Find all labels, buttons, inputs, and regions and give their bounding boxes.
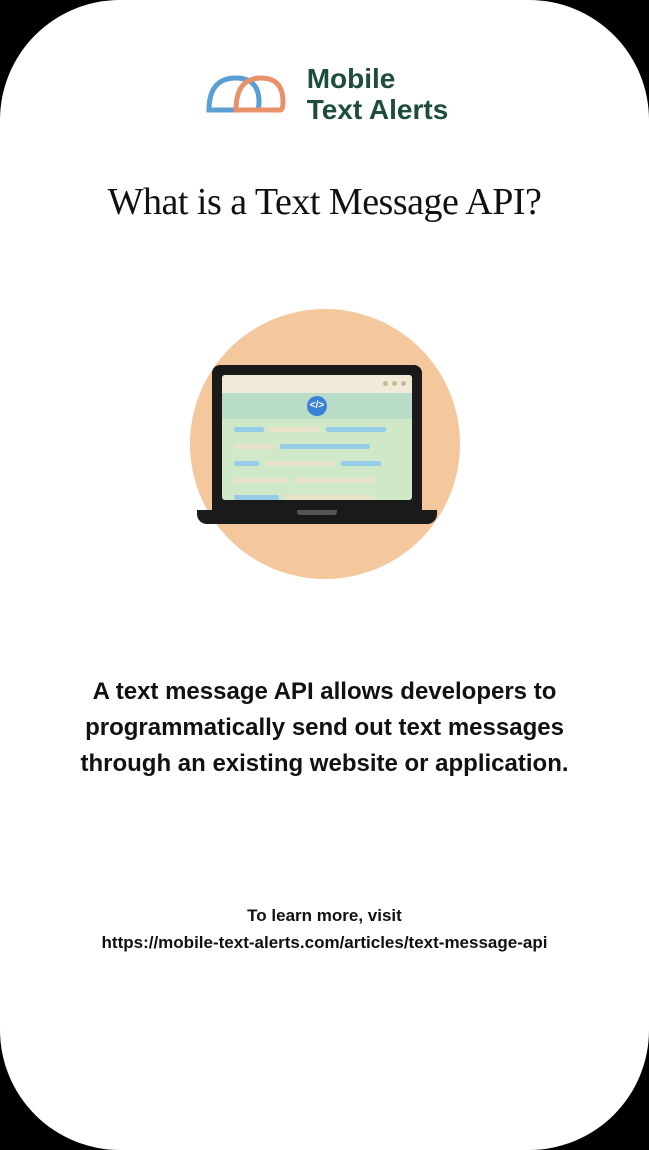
code-header: </> bbox=[222, 393, 412, 419]
laptop-illustration: </> bbox=[185, 304, 465, 584]
code-line bbox=[285, 495, 375, 500]
laptop-screen: </> bbox=[212, 365, 422, 510]
code-line bbox=[234, 427, 264, 432]
logo-text-line1: Mobile bbox=[307, 64, 449, 95]
description: A text message API allows developers to … bbox=[55, 674, 595, 782]
laptop-notch bbox=[297, 510, 337, 515]
code-icon: </> bbox=[307, 396, 327, 416]
footer-intro: To learn more, visit bbox=[102, 902, 548, 929]
code-line bbox=[234, 461, 259, 466]
headline: What is a Text Message API? bbox=[108, 180, 542, 224]
code-line bbox=[270, 427, 320, 432]
info-card: Mobile Text Alerts What is a Text Messag… bbox=[0, 0, 649, 1150]
logo-text-line2: Text Alerts bbox=[307, 95, 449, 126]
logo-icon bbox=[201, 60, 291, 130]
code-line bbox=[234, 495, 279, 500]
footer-url: https://mobile-text-alerts.com/articles/… bbox=[102, 929, 548, 956]
code-line bbox=[234, 444, 274, 449]
code-line bbox=[234, 478, 289, 483]
code-line bbox=[326, 427, 386, 432]
logo: Mobile Text Alerts bbox=[201, 60, 449, 130]
screen-content: </> bbox=[222, 375, 412, 500]
code-lines bbox=[222, 419, 412, 500]
laptop-icon: </> bbox=[212, 365, 437, 524]
code-line bbox=[341, 461, 381, 466]
browser-bar bbox=[222, 375, 412, 393]
logo-text: Mobile Text Alerts bbox=[307, 64, 449, 126]
code-line bbox=[295, 478, 375, 483]
laptop-base bbox=[197, 510, 437, 524]
code-line bbox=[265, 461, 335, 466]
code-line bbox=[280, 444, 370, 449]
browser-dot bbox=[392, 381, 397, 386]
footer: To learn more, visit https://mobile-text… bbox=[102, 902, 548, 956]
browser-dot bbox=[401, 381, 406, 386]
browser-dot bbox=[383, 381, 388, 386]
